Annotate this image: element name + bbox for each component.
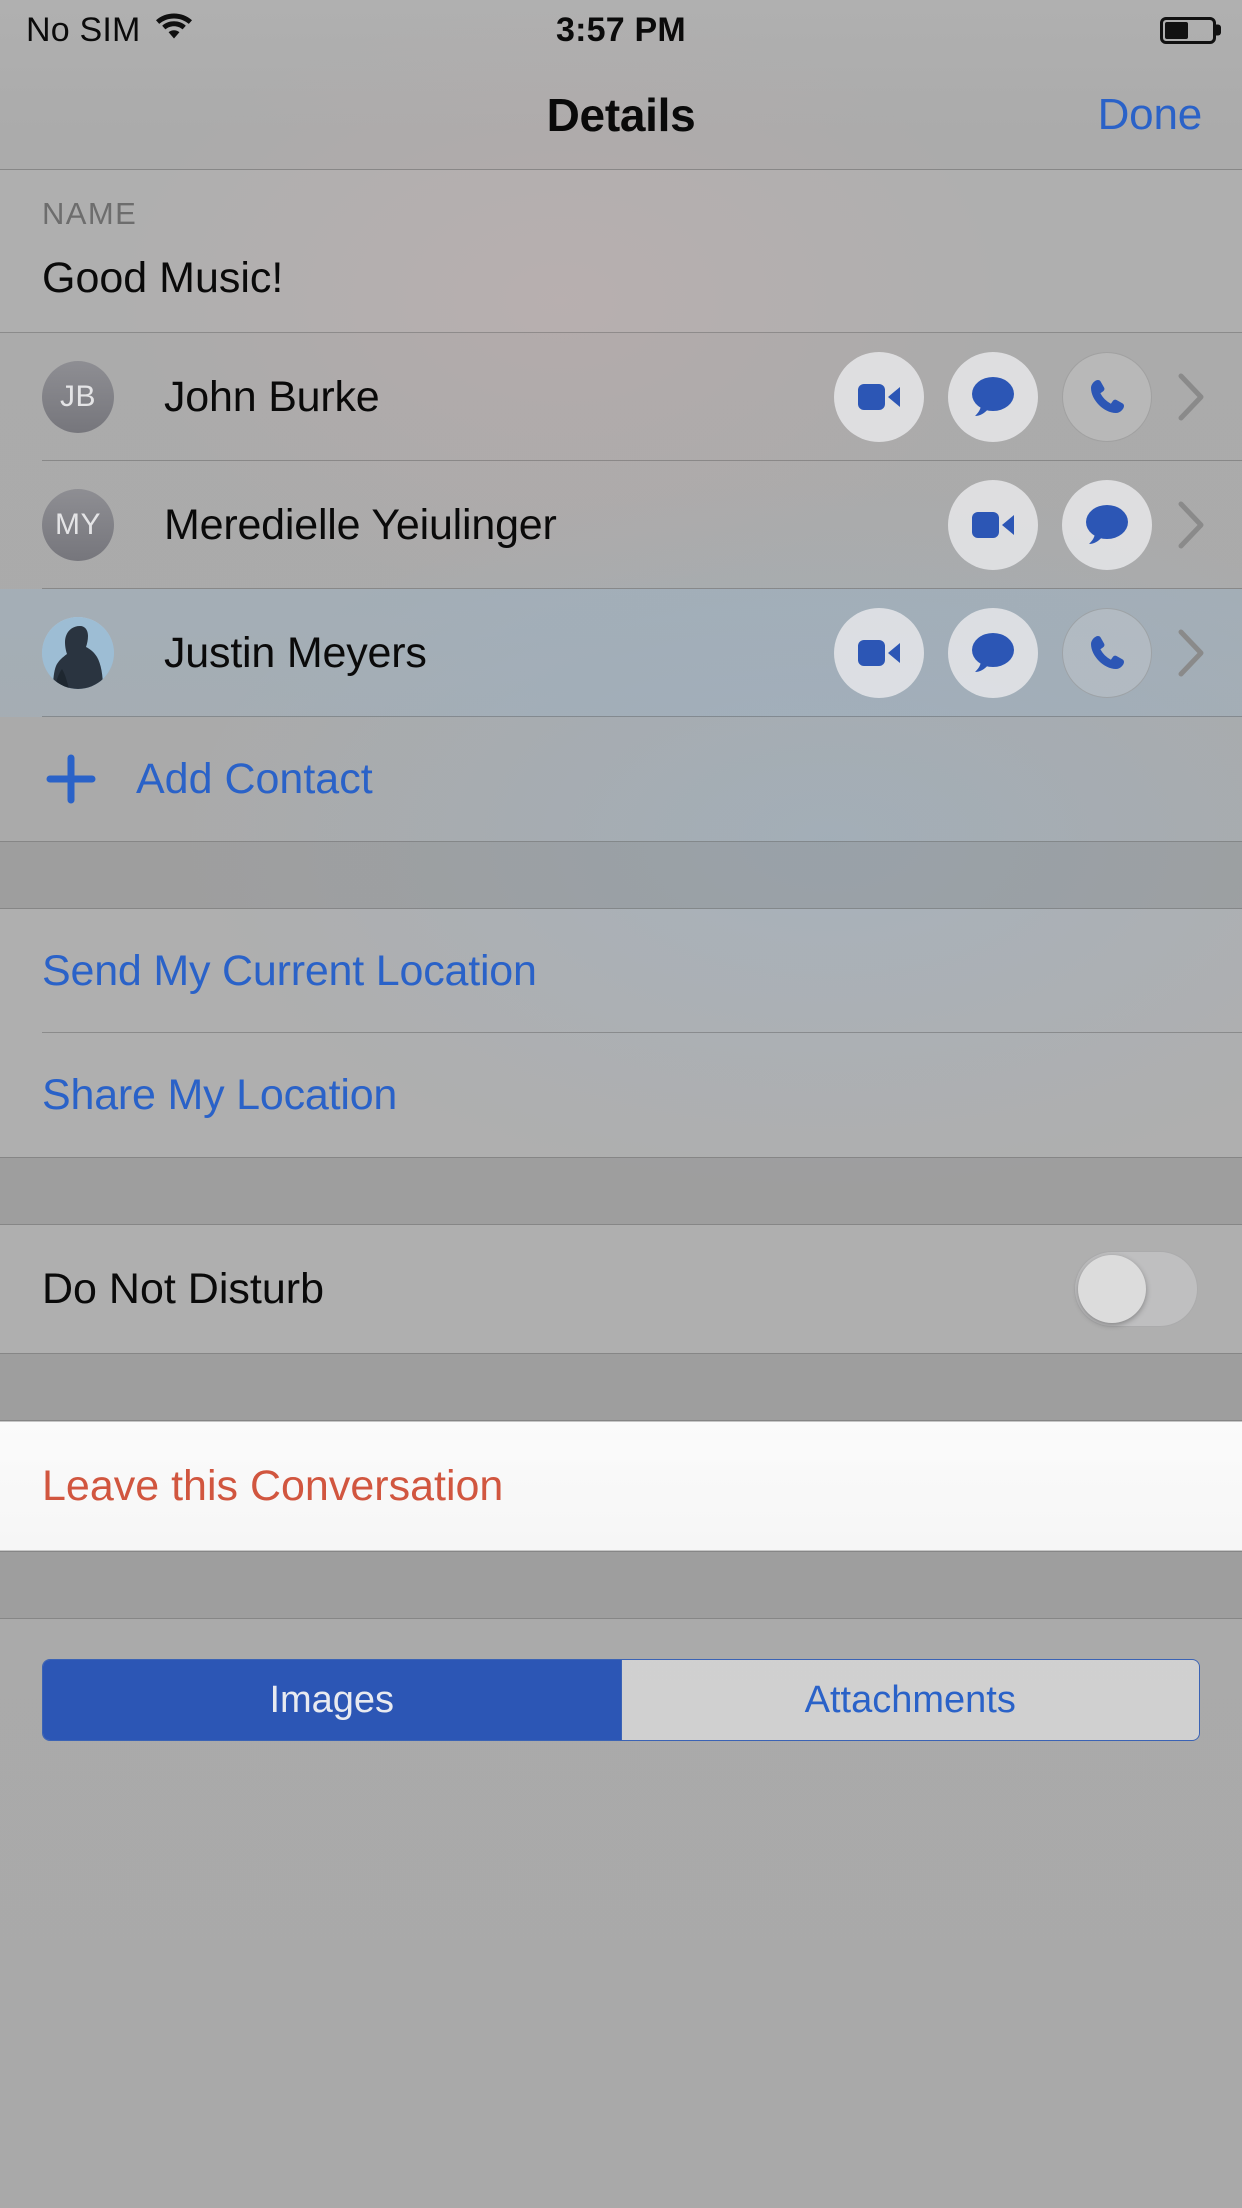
section-gap	[0, 1353, 1242, 1421]
status-bar-right	[1160, 16, 1216, 44]
do-not-disturb-row[interactable]: Do Not Disturb	[0, 1225, 1242, 1353]
add-contact-label: Add Contact	[136, 754, 373, 803]
message-button[interactable]	[948, 352, 1038, 442]
do-not-disturb-toggle[interactable]	[1074, 1251, 1198, 1327]
contact-row[interactable]: MY Meredielle Yeiulinger	[0, 461, 1242, 589]
done-button[interactable]: Done	[1098, 90, 1203, 140]
contact-row[interactable]: JB John Burke	[0, 333, 1242, 461]
avatar-initials: MY	[55, 508, 101, 541]
avatar	[42, 617, 114, 689]
group-name-input[interactable]: Good Music!	[42, 254, 1200, 303]
contact-row[interactable]: Justin Meyers	[0, 589, 1242, 717]
contact-name: Meredielle Yeiulinger	[164, 500, 557, 549]
carrier-label: No SIM	[26, 10, 141, 49]
tab-attachments[interactable]: Attachments	[620, 1660, 1199, 1740]
video-call-button[interactable]	[948, 480, 1038, 570]
avatar-photo	[42, 617, 114, 689]
name-section: NAME Good Music!	[0, 170, 1242, 333]
page-title: Details	[546, 88, 696, 141]
send-current-location-button[interactable]: Send My Current Location	[0, 909, 1242, 1033]
share-my-location-button[interactable]: Share My Location	[0, 1033, 1242, 1157]
avatar-initials: JB	[59, 380, 96, 413]
battery-icon	[1160, 16, 1216, 44]
video-call-button[interactable]	[834, 352, 924, 442]
add-contact-button[interactable]: Add Contact	[0, 717, 1242, 841]
chevron-right-icon[interactable]	[1168, 628, 1214, 678]
chevron-right-icon[interactable]	[1168, 500, 1214, 550]
leave-conversation-button[interactable]: Leave this Conversation	[0, 1421, 1242, 1551]
segmented-control[interactable]: Images Attachments	[42, 1659, 1200, 1741]
send-current-location-label: Send My Current Location	[42, 946, 537, 995]
contact-actions	[834, 352, 1152, 442]
plus-icon	[42, 752, 100, 806]
battery-fill	[1165, 21, 1188, 39]
section-gap	[0, 1157, 1242, 1225]
phone-call-button[interactable]	[1062, 608, 1152, 698]
section-gap	[0, 1551, 1242, 1619]
status-bar-left: No SIM	[26, 11, 193, 50]
message-button[interactable]	[1062, 480, 1152, 570]
section-gap	[0, 841, 1242, 909]
phone-call-button[interactable]	[1062, 352, 1152, 442]
avatar: MY	[42, 489, 114, 561]
contact-actions	[948, 480, 1152, 570]
divider	[42, 716, 1242, 717]
video-call-button[interactable]	[834, 608, 924, 698]
details-screen: No SIM 3:57 PM Details Done NAME Good Mu…	[0, 0, 1242, 2208]
avatar: JB	[42, 361, 114, 433]
status-bar: No SIM 3:57 PM	[0, 0, 1242, 60]
message-button[interactable]	[948, 608, 1038, 698]
attachments-segmented-section: Images Attachments	[0, 1619, 1242, 1741]
chevron-right-icon[interactable]	[1168, 372, 1214, 422]
name-section-label: NAME	[42, 196, 138, 231]
location-section: Send My Current Location Share My Locati…	[0, 909, 1242, 1157]
name-field-container[interactable]: NAME Good Music!	[0, 170, 1242, 333]
tab-images[interactable]: Images	[43, 1660, 621, 1740]
leave-conversation-label: Leave this Conversation	[42, 1461, 504, 1510]
contact-name: John Burke	[164, 372, 380, 421]
toggle-knob	[1078, 1255, 1146, 1323]
do-not-disturb-label: Do Not Disturb	[42, 1264, 324, 1313]
wifi-icon	[155, 11, 193, 50]
do-not-disturb-section: Do Not Disturb	[0, 1225, 1242, 1353]
share-my-location-label: Share My Location	[42, 1070, 398, 1119]
contact-actions	[834, 608, 1152, 698]
navigation-bar: Details Done	[0, 60, 1242, 170]
contact-name: Justin Meyers	[164, 628, 427, 677]
